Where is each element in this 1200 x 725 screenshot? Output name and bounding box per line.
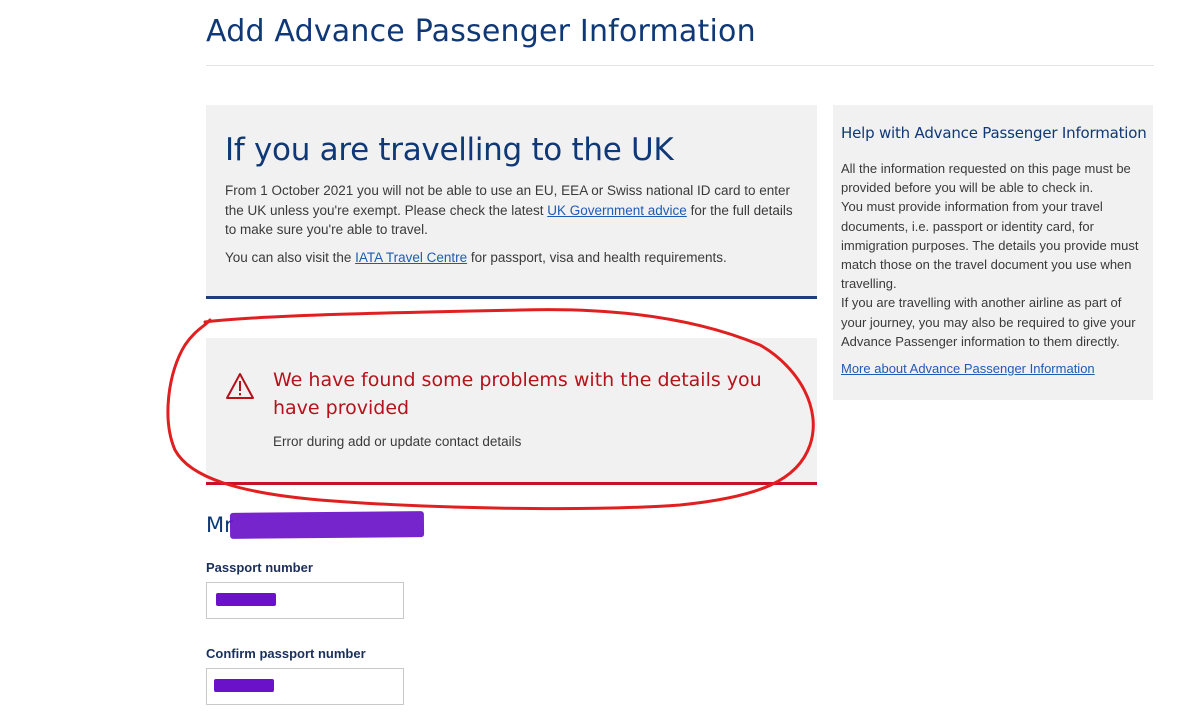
help-paragraph: If you are travelling with another airli…: [841, 295, 1136, 349]
iata-travel-centre-link[interactable]: IATA Travel Centre: [355, 250, 467, 265]
error-heading: We have found some problems with the det…: [273, 369, 762, 419]
confirm-passport-value-redaction: [214, 679, 274, 692]
uk-notice-text: From 1 October 2021 you will not be able…: [225, 181, 800, 240]
page-title: Add Advance Passenger Information: [206, 14, 756, 49]
iata-notice-text: You can also visit the IATA Travel Centr…: [225, 248, 800, 268]
uk-notice-heading: If you are travelling to the UK: [225, 132, 674, 168]
help-heading: Help with Advance Passenger Information: [841, 124, 1147, 142]
warning-triangle-icon: [226, 373, 254, 399]
passport-number-label: Passport number: [206, 560, 313, 575]
iata-notice-text-part: for passport, visa and health requiremen…: [467, 250, 727, 265]
error-detail: Error during add or update contact detai…: [273, 434, 522, 449]
more-about-api-link[interactable]: More about Advance Passenger Information: [841, 361, 1095, 376]
uk-government-advice-link[interactable]: UK Government advice: [547, 203, 687, 218]
passenger-name: Mr: [206, 513, 233, 537]
help-paragraph: All the information requested on this pa…: [841, 161, 1131, 196]
help-panel: Help with Advance Passenger Information …: [833, 105, 1153, 400]
error-summary: We have found some problems with the det…: [206, 338, 817, 485]
name-redaction: [229, 511, 425, 539]
uk-travel-notice: If you are travelling to the UK From 1 O…: [206, 105, 817, 299]
help-paragraph: You must provide information from your t…: [841, 199, 1139, 292]
help-body: All the information requested on this pa…: [841, 159, 1141, 351]
passport-value-redaction: [216, 593, 276, 606]
title-divider: [206, 65, 1154, 66]
iata-notice-text-part: You can also visit the: [225, 250, 356, 265]
confirm-passport-number-label: Confirm passport number: [206, 646, 366, 661]
